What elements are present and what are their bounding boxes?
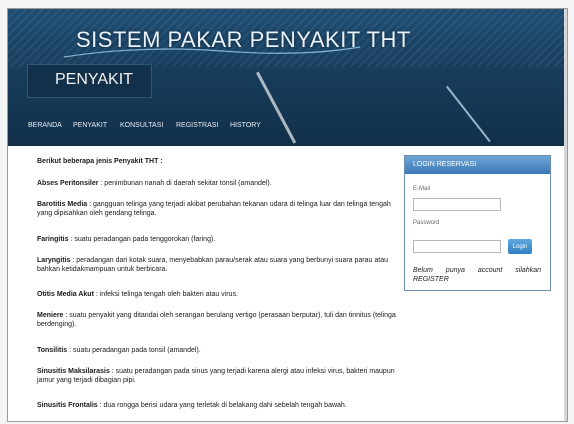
disease-item: Barotitis Media : gangguan telinga yang … bbox=[37, 200, 402, 218]
disease-desc: : suatu penyakit yang ditandai oleh sera… bbox=[37, 312, 396, 328]
disease-name: Faringitis bbox=[37, 236, 69, 243]
light-streak-decoration bbox=[446, 85, 491, 143]
disease-desc: : dua rongga berisi udara yang terletak … bbox=[97, 402, 347, 409]
disease-name: Sinusitis Maksilarasis bbox=[37, 368, 110, 375]
login-panel-header: LOGIN RESERVASI bbox=[405, 156, 550, 174]
disease-desc: : infeksi telinga tengah oleh bakteri at… bbox=[93, 291, 238, 298]
password-field[interactable] bbox=[413, 240, 501, 253]
nav-registrasi[interactable]: REGISTRASI bbox=[176, 122, 218, 129]
window-edge bbox=[564, 9, 567, 421]
password-label: Password bbox=[413, 220, 440, 226]
disease-item: Sinusitis Frontalis : dua rongga berisi … bbox=[37, 401, 402, 410]
login-panel-title: LOGIN RESERVASI bbox=[413, 161, 477, 168]
login-panel: LOGIN RESERVASI E-Mail Password Login Be… bbox=[404, 155, 551, 291]
disease-name: Laryngitis bbox=[37, 257, 71, 264]
disease-name: Abses Peritonsiler bbox=[37, 180, 99, 187]
intro-heading: Berikut beberapa jenis Penyakit THT : bbox=[37, 158, 163, 165]
disease-list: Berikut beberapa jenis Penyakit THT : Ab… bbox=[28, 155, 398, 421]
disease-name: Sinusitis Frontalis bbox=[37, 402, 98, 409]
disease-name: Otitis Media Akut bbox=[37, 291, 94, 298]
nav-beranda[interactable]: BERANDA bbox=[28, 122, 62, 129]
disease-desc: : peradangan dari kotak suara, menyebabk… bbox=[37, 257, 388, 273]
disease-name: Barotitis Media bbox=[37, 201, 88, 208]
page-title: PENYAKIT bbox=[55, 71, 133, 88]
disease-item: Sinusitis Maksilarasis : suatu peradanga… bbox=[37, 367, 402, 385]
register-note[interactable]: Belum punya account silahkan REGISTER bbox=[413, 266, 541, 284]
light-streak-decoration bbox=[256, 71, 297, 144]
disease-desc: : suatu peradangan pada tonsil (amandel)… bbox=[67, 347, 201, 354]
disease-item: Otitis Media Akut : infeksi telinga teng… bbox=[37, 290, 402, 299]
page-title-box: PENYAKIT bbox=[27, 64, 152, 98]
disease-desc: : suatu peradangan pada tenggorokan (far… bbox=[68, 236, 216, 243]
disease-desc: : penimbunan nanah di daerah sekitar ton… bbox=[98, 180, 272, 187]
disease-item: Tonsilitis : suatu peradangan pada tonsi… bbox=[37, 346, 402, 355]
disease-item: Laryngitis : peradangan dari kotak suara… bbox=[37, 256, 402, 274]
disease-desc: : gangguan telinga yang terjadi akibat p… bbox=[37, 201, 391, 217]
disease-name: Meniere bbox=[37, 312, 64, 319]
nav-history[interactable]: HISTORY bbox=[230, 122, 261, 129]
site-header: SISTEM PAKAR PENYAKIT THT PENYAKIT BERAN… bbox=[8, 9, 567, 146]
disease-item: Meniere : suatu penyakit yang ditandai o… bbox=[37, 311, 402, 329]
nav-konsultasi[interactable]: KONSULTASI bbox=[120, 122, 163, 129]
nav-penyakit[interactable]: PENYAKIT bbox=[73, 122, 107, 129]
disease-item: Faringitis : suatu peradangan pada tengg… bbox=[37, 235, 402, 244]
email-field[interactable] bbox=[413, 198, 501, 211]
disease-item: Abses Peritonsiler : penimbunan nanah di… bbox=[37, 179, 402, 188]
browser-frame: SISTEM PAKAR PENYAKIT THT PENYAKIT BERAN… bbox=[7, 8, 568, 422]
intro-text: Berikut beberapa jenis Penyakit THT : bbox=[37, 157, 402, 166]
site-title: SISTEM PAKAR PENYAKIT THT bbox=[76, 27, 411, 52]
email-label: E-Mail bbox=[413, 186, 431, 192]
disease-name: Tonsilitis bbox=[37, 347, 68, 354]
login-button[interactable]: Login bbox=[508, 239, 532, 254]
